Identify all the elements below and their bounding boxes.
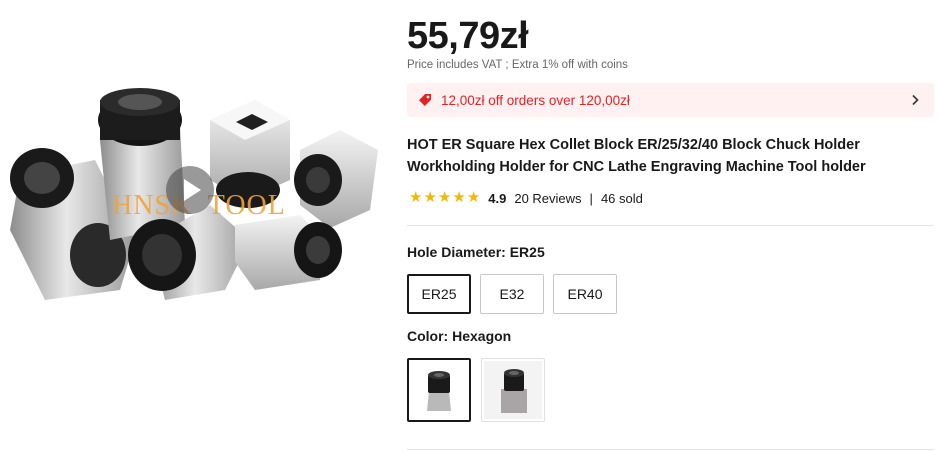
color-label-text: Color: xyxy=(407,328,453,344)
color-selected-value: Hexagon xyxy=(452,328,512,344)
price: 55,79zł xyxy=(407,15,529,57)
video-play-button[interactable] xyxy=(166,166,214,214)
product-photo xyxy=(10,88,378,300)
star-icon: ★ xyxy=(466,189,481,206)
rating-row: ★ ★ ★ ★ ★ 4.9 20 Reviews | 46 sold xyxy=(409,190,643,206)
rating-score: 4.9 xyxy=(488,190,507,206)
rating-stars: ★ ★ ★ ★ ★ xyxy=(409,190,480,206)
star-icon: ★ xyxy=(423,189,437,206)
color-option-square[interactable] xyxy=(481,358,545,422)
tag-icon xyxy=(419,94,431,106)
chevron-right-icon xyxy=(912,94,919,106)
star-icon: ★ xyxy=(437,189,452,206)
hexagon-thumbnail xyxy=(410,361,468,419)
hole-diameter-label: Hole Diameter: ER25 xyxy=(407,244,545,260)
color-label: Color: Hexagon xyxy=(407,328,511,344)
divider xyxy=(407,225,934,226)
color-option-hexagon[interactable] xyxy=(407,358,471,422)
color-options xyxy=(407,358,545,422)
option-er25[interactable]: ER25 xyxy=(407,274,471,314)
star-icon: ★ xyxy=(452,189,466,206)
reviews-link[interactable]: 20 Reviews xyxy=(514,191,581,206)
play-icon xyxy=(184,179,201,201)
product-title: HOT ER Square Hex Collet Block ER/25/32/… xyxy=(407,137,866,175)
divider xyxy=(407,449,934,450)
option-er40[interactable]: ER40 xyxy=(553,274,617,314)
square-thumbnail xyxy=(484,361,542,419)
sold-count: 46 sold xyxy=(600,190,643,206)
option-e32[interactable]: E32 xyxy=(480,274,544,314)
hole-diameter-selected-value: ER25 xyxy=(509,244,545,260)
hole-diameter-options: ER25 E32 ER40 xyxy=(407,274,617,314)
separator: | xyxy=(589,190,593,206)
product-image[interactable]: HNSK TOOL xyxy=(0,0,390,330)
coupon-banner[interactable]: 12,00zł off orders over 120,00zł xyxy=(407,83,934,117)
star-icon: ★ xyxy=(409,189,423,206)
price-note: Price includes VAT ; Extra 1% off with c… xyxy=(407,59,628,71)
hole-diameter-label-text: Hole Diameter: xyxy=(407,244,510,260)
coupon-text: 12,00zł off orders over 120,00zł xyxy=(441,92,630,108)
